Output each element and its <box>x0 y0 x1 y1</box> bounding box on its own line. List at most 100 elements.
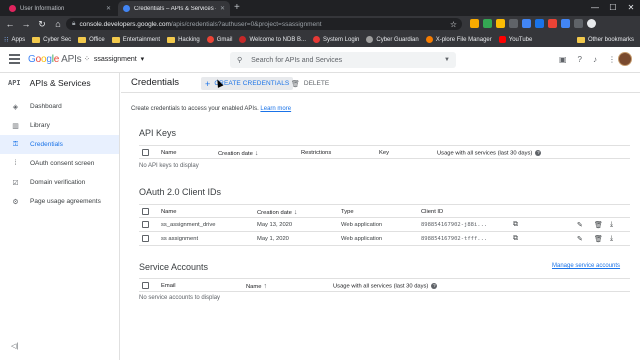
manage-service-accounts-link[interactable]: Manage service accounts <box>552 263 620 269</box>
bookmark-label: YouTube <box>508 36 533 43</box>
reload-icon[interactable]: ↻ <box>36 18 48 30</box>
download-icon[interactable]: ⤓ <box>610 221 613 229</box>
sort-arrow-up-icon: ↑ <box>263 283 267 290</box>
extension-icon[interactable] <box>496 19 505 28</box>
folder-icon <box>576 36 585 43</box>
collapse-sidebar-icon[interactable]: ◁| <box>11 342 18 350</box>
forward-icon[interactable]: → <box>20 18 32 30</box>
column-header-sortable[interactable]: Creation date ↓ <box>218 150 258 157</box>
header-icons: ▣ ? ♪ ⋮ <box>559 55 616 64</box>
extension-icon[interactable] <box>548 19 557 28</box>
bookmark-folder[interactable]: Office <box>78 36 105 43</box>
extension-icon[interactable] <box>483 19 492 28</box>
column-header[interactable]: Key <box>379 150 389 156</box>
bookmark-folder[interactable]: Entertainment <box>111 36 160 43</box>
avatar[interactable] <box>618 52 632 66</box>
bookmark-star-icon[interactable]: ☆ <box>450 20 457 29</box>
project-selector[interactable]: ⁘ ssassignment ▾ <box>84 55 145 64</box>
column-header[interactable]: Email <box>161 283 176 289</box>
bookmark-ndb[interactable]: Welcome to NDB B... <box>239 36 306 43</box>
help-icon[interactable]: ? <box>535 150 542 156</box>
edit-icon[interactable]: ✎ <box>577 221 583 229</box>
bookmark-system-login[interactable]: System Login <box>313 36 359 43</box>
column-header-sortable[interactable]: Name ↑ <box>246 283 267 290</box>
menu-icon[interactable] <box>9 54 20 66</box>
bookmark-folder[interactable]: Cyber Sec <box>32 36 71 43</box>
column-header[interactable]: Name <box>161 150 176 156</box>
edit-icon[interactable]: ✎ <box>577 235 583 243</box>
row-checkbox[interactable] <box>142 235 149 242</box>
column-header[interactable]: Name <box>161 209 176 215</box>
extension-icon[interactable] <box>522 19 531 28</box>
column-header[interactable]: Client ID <box>421 209 443 215</box>
service-accounts-empty: No service accounts to display <box>139 295 221 301</box>
help-icon[interactable]: ? <box>431 283 438 289</box>
sidebar-item-page-usage[interactable]: ⚙ Page usage agreements <box>0 192 119 211</box>
table-row[interactable]: ss_assignment_drive May 13, 2020 Web app… <box>139 218 630 232</box>
dropdown-arrow-icon: ▾ <box>140 56 145 63</box>
extension-icon[interactable] <box>509 19 518 28</box>
bookmark-folder[interactable]: Hacking <box>167 36 200 43</box>
search-input[interactable]: ⚲ Search for APIs and Services ▼ <box>230 52 456 68</box>
client-name-link[interactable]: ss_assignment_drive <box>161 222 215 228</box>
column-header-label: Creation date <box>257 210 292 216</box>
site-icon <box>425 36 433 43</box>
sidebar-item-oauth-consent[interactable]: ⁞ OAuth consent screen <box>0 154 119 173</box>
creation-date: May 1, 2020 <box>257 236 289 242</box>
browser-tab-bar: User Information ✕ Credentials – APIs & … <box>0 0 640 16</box>
extension-icon[interactable] <box>561 19 570 28</box>
column-header-sortable[interactable]: Creation date ↓ <box>257 209 297 216</box>
more-vert-icon[interactable]: ⋮ <box>608 55 616 64</box>
client-name-link[interactable]: ss assignment <box>161 236 198 242</box>
table-row[interactable]: ss assignment May 1, 2020 Web applicatio… <box>139 232 630 246</box>
home-icon[interactable]: ⌂ <box>52 18 64 30</box>
select-all-checkbox[interactable] <box>142 282 149 289</box>
delete-icon[interactable]: 🗑︎ <box>594 235 603 243</box>
delete-icon[interactable]: 🗑︎ <box>594 221 603 229</box>
select-all-checkbox[interactable] <box>142 149 149 156</box>
close-tab-icon[interactable]: ✕ <box>220 5 225 12</box>
google-apis-logo[interactable]: Google APIs <box>28 54 82 65</box>
extension-icon[interactable] <box>574 19 583 28</box>
tab-user-information[interactable]: User Information ✕ <box>4 1 116 16</box>
bookmark-xplore[interactable]: X-plore File Manager <box>425 36 492 43</box>
copy-icon[interactable]: ⧉ <box>513 221 518 229</box>
column-header-usage[interactable]: Usage with all services (last 30 days)? <box>333 283 438 290</box>
sidebar-item-library[interactable]: ▥ Library <box>0 116 119 135</box>
bookmark-cyber-guardian[interactable]: Cyber Guardian <box>366 36 419 43</box>
sidebar-item-credentials[interactable]: ⚿ Credentials <box>0 135 119 154</box>
profile-icon[interactable] <box>587 19 596 28</box>
other-bookmarks[interactable]: Other bookmarks <box>576 36 634 43</box>
copy-icon[interactable]: ⧉ <box>513 235 518 243</box>
extension-icon[interactable] <box>470 19 479 28</box>
select-all-checkbox[interactable] <box>142 208 149 215</box>
page-title: Credentials <box>131 77 180 88</box>
gift-icon[interactable]: ▣ <box>559 55 567 64</box>
chevron-down-icon[interactable]: ▼ <box>444 57 450 63</box>
address-bar[interactable]: 🔒︎ console.developers.google.com/apis/cr… <box>66 18 462 30</box>
plus-icon: + <box>205 78 211 89</box>
help-icon[interactable]: ? <box>578 55 582 64</box>
column-header-usage[interactable]: Usage with all services (last 30 days)? <box>437 150 542 157</box>
bookmark-apps[interactable]: ⁝⁝ Apps <box>4 36 25 44</box>
column-header[interactable]: Type <box>341 209 354 215</box>
notifications-icon[interactable]: ♪ <box>593 55 597 64</box>
minimize-icon[interactable]: — <box>586 0 604 16</box>
download-icon[interactable]: ⤓ <box>610 235 613 243</box>
maximize-icon[interactable]: ☐ <box>604 0 622 16</box>
close-tab-icon[interactable]: ✕ <box>106 5 111 12</box>
new-tab-button[interactable]: + <box>234 2 240 14</box>
delete-button[interactable]: 🗑︎ DELETE <box>291 77 329 90</box>
sidebar-item-dashboard[interactable]: ◈ Dashboard <box>0 97 119 116</box>
create-credentials-button[interactable]: + CREATE CREDENTIALS <box>201 77 294 90</box>
bookmark-youtube[interactable]: YouTube <box>498 36 533 43</box>
back-icon[interactable]: ← <box>4 18 16 30</box>
row-checkbox[interactable] <box>142 221 149 228</box>
learn-more-link[interactable]: Learn more <box>260 106 291 112</box>
extension-icon[interactable] <box>535 19 544 28</box>
close-window-icon[interactable]: ✕ <box>622 0 640 16</box>
sidebar-item-domain-verification[interactable]: ☑ Domain verification <box>0 173 119 192</box>
column-header[interactable]: Restrictions <box>301 150 331 156</box>
bookmark-gmail[interactable]: Gmail <box>206 36 232 43</box>
tab-credentials[interactable]: Credentials – APIs & Services – s… ✕ <box>118 1 230 16</box>
